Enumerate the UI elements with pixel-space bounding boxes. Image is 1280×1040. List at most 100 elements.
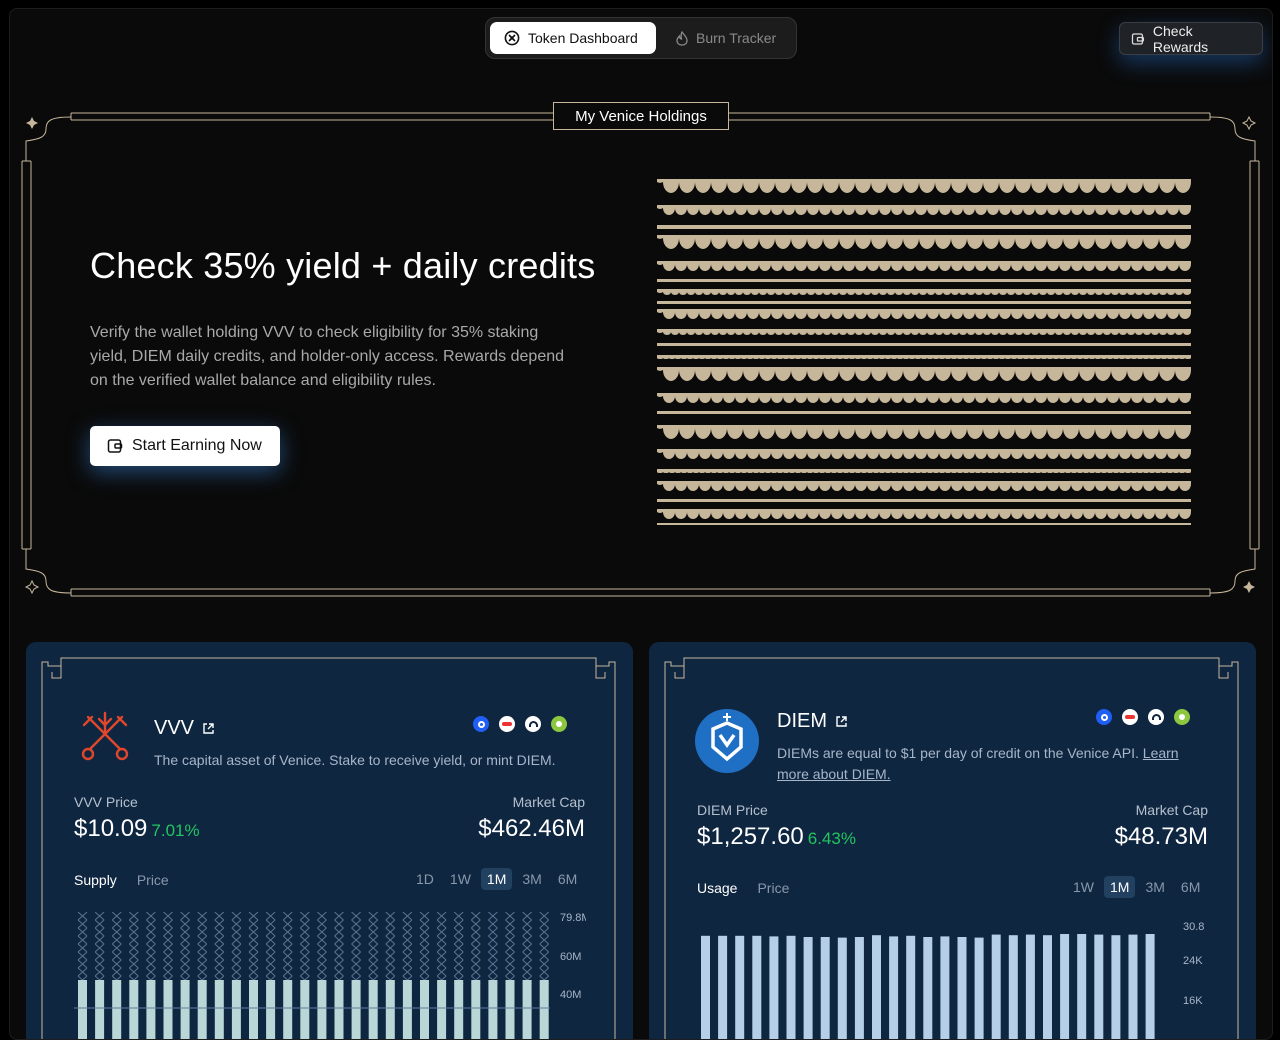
supply-bar <box>522 980 532 1039</box>
range-1m[interactable]: 1M <box>480 868 513 890</box>
supply-bar-hatch <box>265 912 276 985</box>
supply-bar-hatch <box>539 912 550 985</box>
usage-bar <box>906 935 916 1039</box>
coingecko-icon[interactable] <box>1174 709 1190 725</box>
pattern-band <box>657 469 1191 473</box>
range-1d[interactable]: 1D <box>410 868 440 890</box>
start-earning-label: Start Earning Now <box>132 437 262 454</box>
diem-name: DIEM <box>777 710 827 732</box>
app-window: Token Dashboard Burn Tracker Check Rewar… <box>9 8 1273 1040</box>
ornament-star-tl <box>26 117 38 129</box>
coinmarketcap-icon[interactable] <box>525 716 541 732</box>
supply-bar-hatch <box>248 912 259 985</box>
tab-usage[interactable]: Usage <box>697 880 737 896</box>
diem-token-card: DIEM DIEMs are equal to $1 per day of cr… <box>649 642 1256 1039</box>
supply-bar <box>351 980 361 1039</box>
coinbase-icon[interactable] <box>473 716 489 732</box>
supply-bar-hatch <box>282 912 293 985</box>
diem-price-label: DIEM Price <box>697 802 768 818</box>
y-tick: 16K <box>1183 995 1203 1007</box>
supply-bar <box>283 980 293 1039</box>
range-1m[interactable]: 1M <box>1104 876 1136 898</box>
supply-bar <box>437 980 447 1039</box>
diem-price-value: $1,257.60 <box>697 823 804 850</box>
supply-bar-hatch <box>436 912 447 985</box>
supply-bar-hatch <box>419 912 430 985</box>
usage-bar <box>1043 935 1052 1039</box>
usage-bar <box>701 935 710 1039</box>
coinbase-icon[interactable] <box>1096 709 1112 725</box>
supply-bar <box>334 980 344 1039</box>
coingecko-icon[interactable] <box>551 716 567 732</box>
usage-bar <box>786 935 796 1039</box>
usage-bar <box>820 937 830 1039</box>
usage-bar <box>1008 935 1018 1039</box>
vvv-name: VVV <box>154 717 195 739</box>
external-link-icon[interactable] <box>835 715 848 728</box>
y-tick: 60M <box>560 951 582 963</box>
dex-chart-icon[interactable] <box>499 716 515 732</box>
usage-bar <box>974 937 984 1039</box>
tab-price[interactable]: Price <box>757 880 789 896</box>
coinmarketcap-icon[interactable] <box>1148 709 1164 725</box>
y-tick: 79.8M <box>560 912 586 924</box>
start-earning-button[interactable]: Start Earning Now <box>90 426 280 466</box>
range-3m[interactable]: 3M <box>516 868 547 890</box>
supply-bar-hatch <box>385 912 396 985</box>
usage-bar <box>1060 934 1070 1039</box>
diem-mcap-label: Market Cap <box>1135 802 1208 818</box>
range-6m[interactable]: 6M <box>1175 876 1206 898</box>
supply-bar <box>471 980 481 1039</box>
diem-logo <box>695 709 759 773</box>
vvv-supply-chart <box>74 912 550 1039</box>
usage-bar <box>1094 934 1104 1039</box>
pattern-band <box>657 343 1191 346</box>
supply-bar <box>197 980 207 1039</box>
supply-bar <box>488 980 498 1039</box>
supply-bar-hatch <box>94 912 105 985</box>
supply-bar-hatch <box>299 912 310 985</box>
range-1w[interactable]: 1W <box>1067 876 1100 898</box>
supply-bar-hatch <box>111 912 122 985</box>
usage-bar <box>1077 934 1087 1039</box>
usage-bar <box>854 937 864 1039</box>
vvv-range-selector: 1D 1W 1M 3M 6M <box>410 868 583 890</box>
range-6m[interactable]: 6M <box>552 868 583 890</box>
pattern-band <box>657 279 1191 282</box>
diem-range-selector: 1W 1M 3M 6M <box>1067 876 1206 898</box>
supply-bar-hatch <box>334 912 344 985</box>
supply-bar <box>163 980 173 1039</box>
tab-price[interactable]: Price <box>137 872 169 888</box>
supply-bar-hatch <box>77 912 88 985</box>
usage-bar <box>1111 935 1121 1039</box>
pattern-band <box>657 523 1191 525</box>
usage-bar <box>803 937 813 1039</box>
supply-bar-hatch <box>146 912 156 985</box>
usage-bar <box>735 935 745 1039</box>
usage-bar <box>957 937 967 1039</box>
range-1w[interactable]: 1W <box>444 868 477 890</box>
tab-supply[interactable]: Supply <box>74 872 117 888</box>
range-3m[interactable]: 3M <box>1139 876 1170 898</box>
diem-description: DIEMs are equal to $1 per day of credit … <box>777 743 1197 785</box>
pattern-band <box>657 289 1191 295</box>
supply-bar-hatch <box>197 912 208 985</box>
diem-chart-tabs: Usage Price <box>697 880 789 896</box>
pattern-band <box>657 355 1191 359</box>
dex-chart-icon[interactable] <box>1122 709 1138 725</box>
pattern-band <box>657 235 1191 249</box>
supply-bar <box>539 980 549 1039</box>
supply-bar <box>112 980 122 1039</box>
diem-external-links <box>1096 709 1190 725</box>
vvv-price: $10.09 7.01% <box>74 815 200 843</box>
supply-bar <box>402 980 412 1039</box>
pattern-band <box>657 329 1191 335</box>
vvv-chart-tabs: Supply Price <box>74 872 169 888</box>
pattern-band <box>657 425 1191 439</box>
hero-section-title: My Venice Holdings <box>553 102 729 130</box>
hero-pattern-art <box>657 179 1191 525</box>
supply-bar <box>385 980 395 1039</box>
external-link-icon[interactable] <box>202 722 215 735</box>
supply-bar <box>317 980 327 1039</box>
hero-description: Verify the wallet holding VVV to check e… <box>90 324 565 389</box>
